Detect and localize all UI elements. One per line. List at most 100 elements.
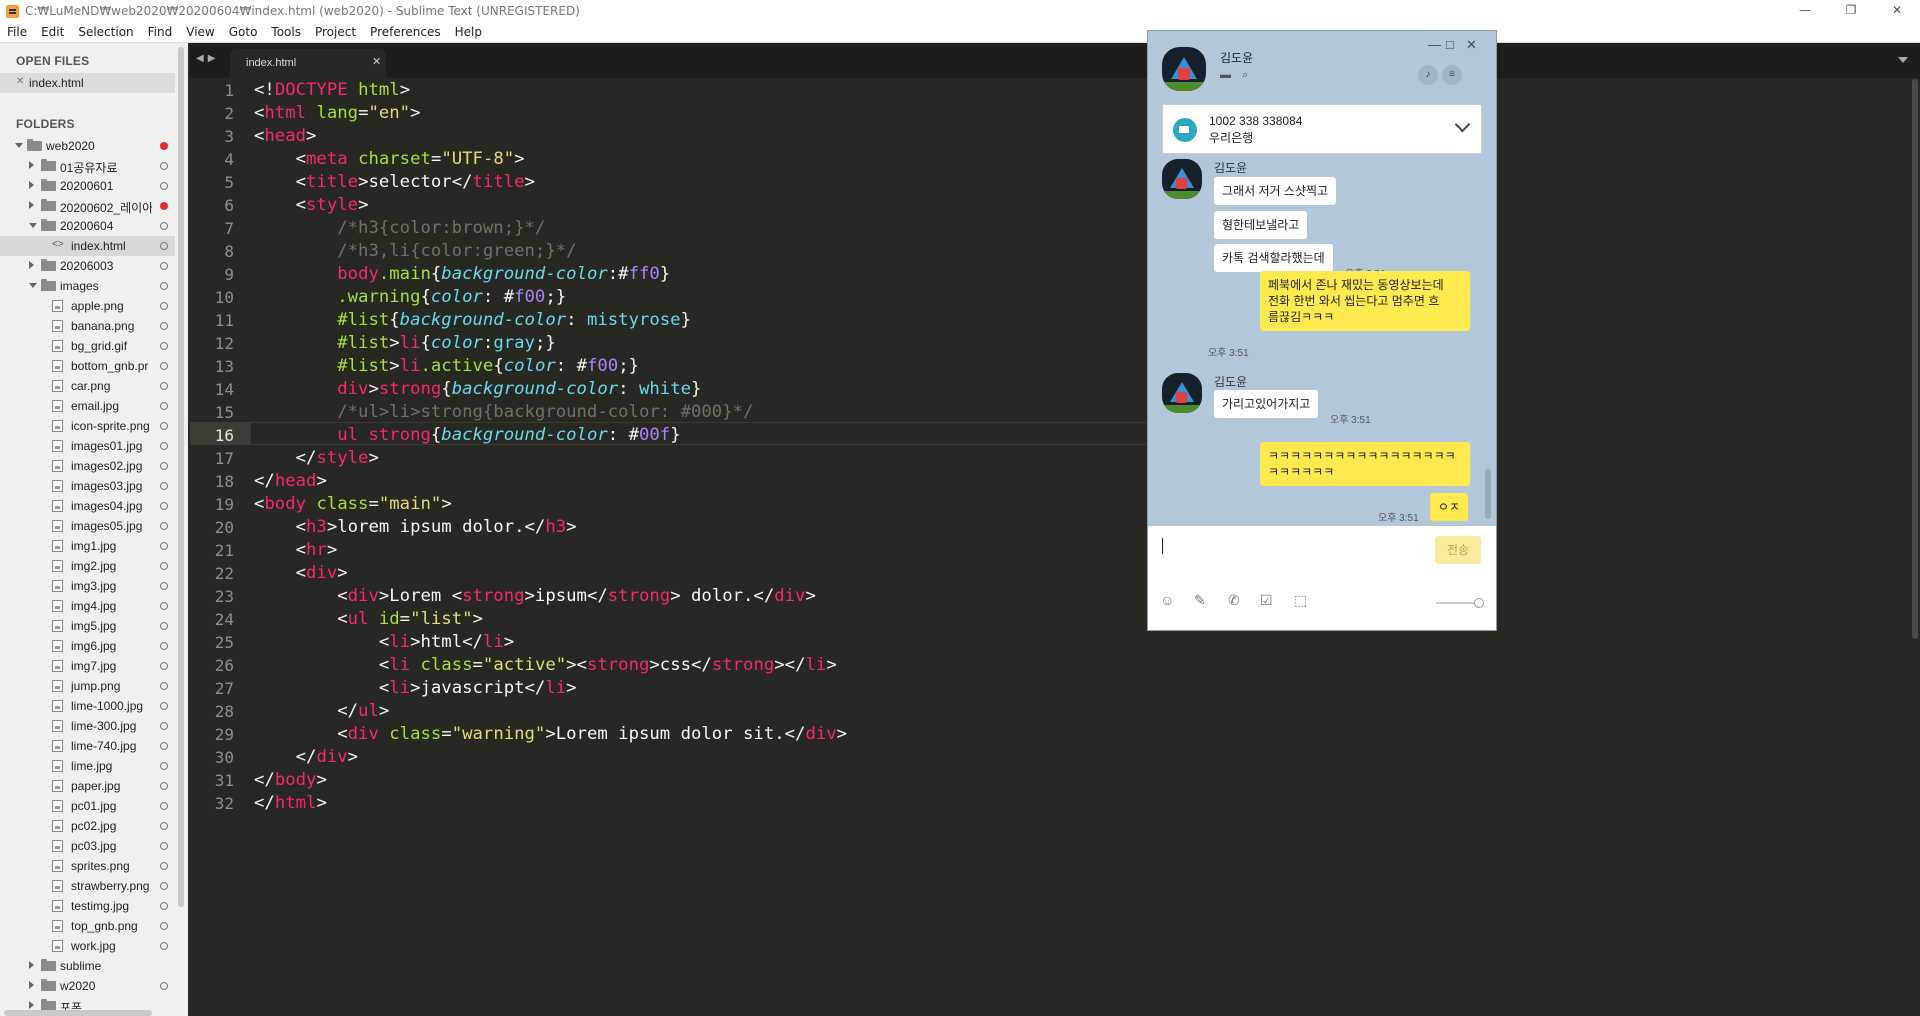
code-line[interactable]: <li>javascript</li> <box>254 677 577 700</box>
code-line[interactable]: div>strong{background-color: white} <box>254 378 701 401</box>
file-item[interactable]: car.png <box>0 376 175 396</box>
file-item[interactable]: img2.jpg <box>0 556 175 576</box>
file-item[interactable]: images02.jpg <box>0 456 175 476</box>
message-bubble[interactable]: 카톡 검색할라했는데 <box>1214 244 1333 272</box>
code-line[interactable]: <div> <box>254 562 348 585</box>
code-line[interactable]: body.main{background-color:#ff0} <box>254 263 670 286</box>
code-line[interactable]: #list>li{color:gray;} <box>254 332 556 355</box>
file-item[interactable]: images03.jpg <box>0 476 175 496</box>
code-line[interactable]: <!DOCTYPE html> <box>254 79 410 102</box>
chat-close-button[interactable]: ✕ <box>1466 37 1477 53</box>
code-line[interactable]: </body> <box>254 769 327 792</box>
code-line[interactable]: <meta charset="UTF-8"> <box>254 148 525 171</box>
minimize-button[interactable]: — <box>1782 0 1828 22</box>
chat-scrollbar[interactable] <box>1485 469 1491 519</box>
folder-item[interactable]: 20200604 <box>0 216 175 236</box>
code-line[interactable]: .warning{color: #f00;} <box>254 286 566 309</box>
opacity-slider[interactable] <box>1436 598 1484 608</box>
chat-menu-icon[interactable]: ≡ <box>1442 65 1462 85</box>
contact-avatar[interactable] <box>1162 47 1206 91</box>
calendar-icon[interactable]: ☑ <box>1260 592 1273 609</box>
attach-file-icon[interactable]: ✎ <box>1194 592 1206 609</box>
menu-view[interactable]: View <box>179 25 221 39</box>
code-line[interactable]: /*h3{color:brown;}*/ <box>254 217 545 240</box>
folder-item[interactable]: 20200602_레이아 <box>0 196 175 216</box>
chevron-down-icon[interactable] <box>15 143 23 148</box>
folder-item[interactable]: 20200601 <box>0 176 175 196</box>
file-item[interactable]: jump.png <box>0 676 175 696</box>
file-item[interactable]: top_gnb.png <box>0 916 175 936</box>
code-line[interactable]: ul strong{background-color: #00f} <box>254 424 680 447</box>
file-item[interactable]: lime-300.jpg <box>0 716 175 736</box>
sidebar-scrollbar[interactable] <box>178 47 184 907</box>
file-item[interactable]: apple.png <box>0 296 175 316</box>
code-line[interactable]: <style> <box>254 194 369 217</box>
chevron-right-icon[interactable] <box>29 981 34 989</box>
folder-item[interactable]: w2020 <box>0 976 175 996</box>
folder-item[interactable]: images <box>0 276 175 296</box>
code-line[interactable]: <li class="active"><strong>css</strong><… <box>254 654 837 677</box>
folder-item[interactable]: sublime <box>0 956 175 976</box>
file-item[interactable]: lime.jpg <box>0 756 175 776</box>
code-line[interactable]: <head> <box>254 125 316 148</box>
code-line[interactable]: <body class="main"> <box>254 493 452 516</box>
code-line[interactable]: <ul id="list"> <box>254 608 483 631</box>
code-line[interactable]: <div class="warning">Lorem ipsum dolor s… <box>254 723 847 746</box>
chevron-down-icon[interactable] <box>29 283 37 288</box>
message-bubble[interactable]: 형한테보낼라고 <box>1214 211 1308 239</box>
code-line[interactable]: <title>selector</title> <box>254 171 535 194</box>
sender-avatar[interactable] <box>1162 159 1202 199</box>
menu-help[interactable]: Help <box>448 25 489 39</box>
file-item[interactable]: <> index.html <box>0 236 175 256</box>
file-item[interactable]: img6.jpg <box>0 636 175 656</box>
message-bubble[interactable]: 가리고있어가지고 <box>1214 390 1319 418</box>
code-line[interactable]: </ul> <box>254 700 389 723</box>
file-item[interactable]: img3.jpg <box>0 576 175 596</box>
file-item[interactable]: img5.jpg <box>0 616 175 636</box>
close-file-icon[interactable]: ✕ <box>16 76 24 87</box>
chevron-down-icon[interactable] <box>1454 116 1471 133</box>
menu-goto[interactable]: Goto <box>222 25 265 39</box>
open-file-item[interactable]: ✕ index.html <box>0 73 175 93</box>
chat-drawer-icon[interactable]: ▬ <box>1220 69 1231 81</box>
code-line[interactable]: </html> <box>254 792 327 815</box>
file-item[interactable]: paper.jpg <box>0 776 175 796</box>
file-item[interactable]: icon-sprite.png <box>0 416 175 436</box>
file-item[interactable]: img1.jpg <box>0 536 175 556</box>
chat-maximize-button[interactable]: □ <box>1446 37 1454 52</box>
my-message-bubble[interactable]: 페북에서 존나 재밌는 동영상보는데 전화 한번 와서 씹는다고 멈추면 흐 름… <box>1260 271 1470 331</box>
tab-close-icon[interactable]: ✕ <box>372 55 381 68</box>
chevron-right-icon[interactable] <box>29 1001 34 1009</box>
file-item[interactable]: banana.png <box>0 316 175 336</box>
file-item[interactable]: bottom_gnb.pr <box>0 356 175 376</box>
menu-project[interactable]: Project <box>308 25 363 39</box>
code-line[interactable]: </div> <box>254 746 358 769</box>
file-item[interactable]: images01.jpg <box>0 436 175 456</box>
sender-avatar[interactable] <box>1162 373 1202 413</box>
editor-scrollbar[interactable] <box>1912 79 1918 639</box>
code-line[interactable]: <html lang="en"> <box>254 102 421 125</box>
code-line[interactable]: <div>Lorem <strong>ipsum</strong> dolor.… <box>254 585 816 608</box>
file-item[interactable]: images04.jpg <box>0 496 175 516</box>
code-line[interactable]: </style> <box>254 447 379 470</box>
phone-call-icon[interactable]: ✆ <box>1228 592 1240 609</box>
message-bubble[interactable]: 그래서 저거 스샷찍고 <box>1214 177 1337 205</box>
menu-selection[interactable]: Selection <box>71 25 140 39</box>
chevron-right-icon[interactable] <box>29 961 34 969</box>
menu-preferences[interactable]: Preferences <box>363 25 448 39</box>
file-item[interactable]: lime-1000.jpg <box>0 696 175 716</box>
notification-bell-icon[interactable]: ♪ <box>1418 65 1438 85</box>
file-item[interactable]: pc03.jpg <box>0 836 175 856</box>
file-item[interactable]: images05.jpg <box>0 516 175 536</box>
file-item[interactable]: email.jpg <box>0 396 175 416</box>
code-line[interactable]: #list>li.active{color: #f00;} <box>254 355 639 378</box>
chat-minimize-button[interactable]: — <box>1428 37 1441 52</box>
chevron-right-icon[interactable] <box>29 201 34 209</box>
file-item[interactable]: work.jpg <box>0 936 175 956</box>
close-button[interactable]: ✕ <box>1874 0 1920 22</box>
chevron-right-icon[interactable] <box>29 161 34 169</box>
file-item[interactable]: pc02.jpg <box>0 816 175 836</box>
maximize-button[interactable]: ❐ <box>1828 0 1874 22</box>
code-line[interactable]: <hr> <box>254 539 338 562</box>
sidebar-horizontal-scrollbar[interactable] <box>4 1010 152 1016</box>
